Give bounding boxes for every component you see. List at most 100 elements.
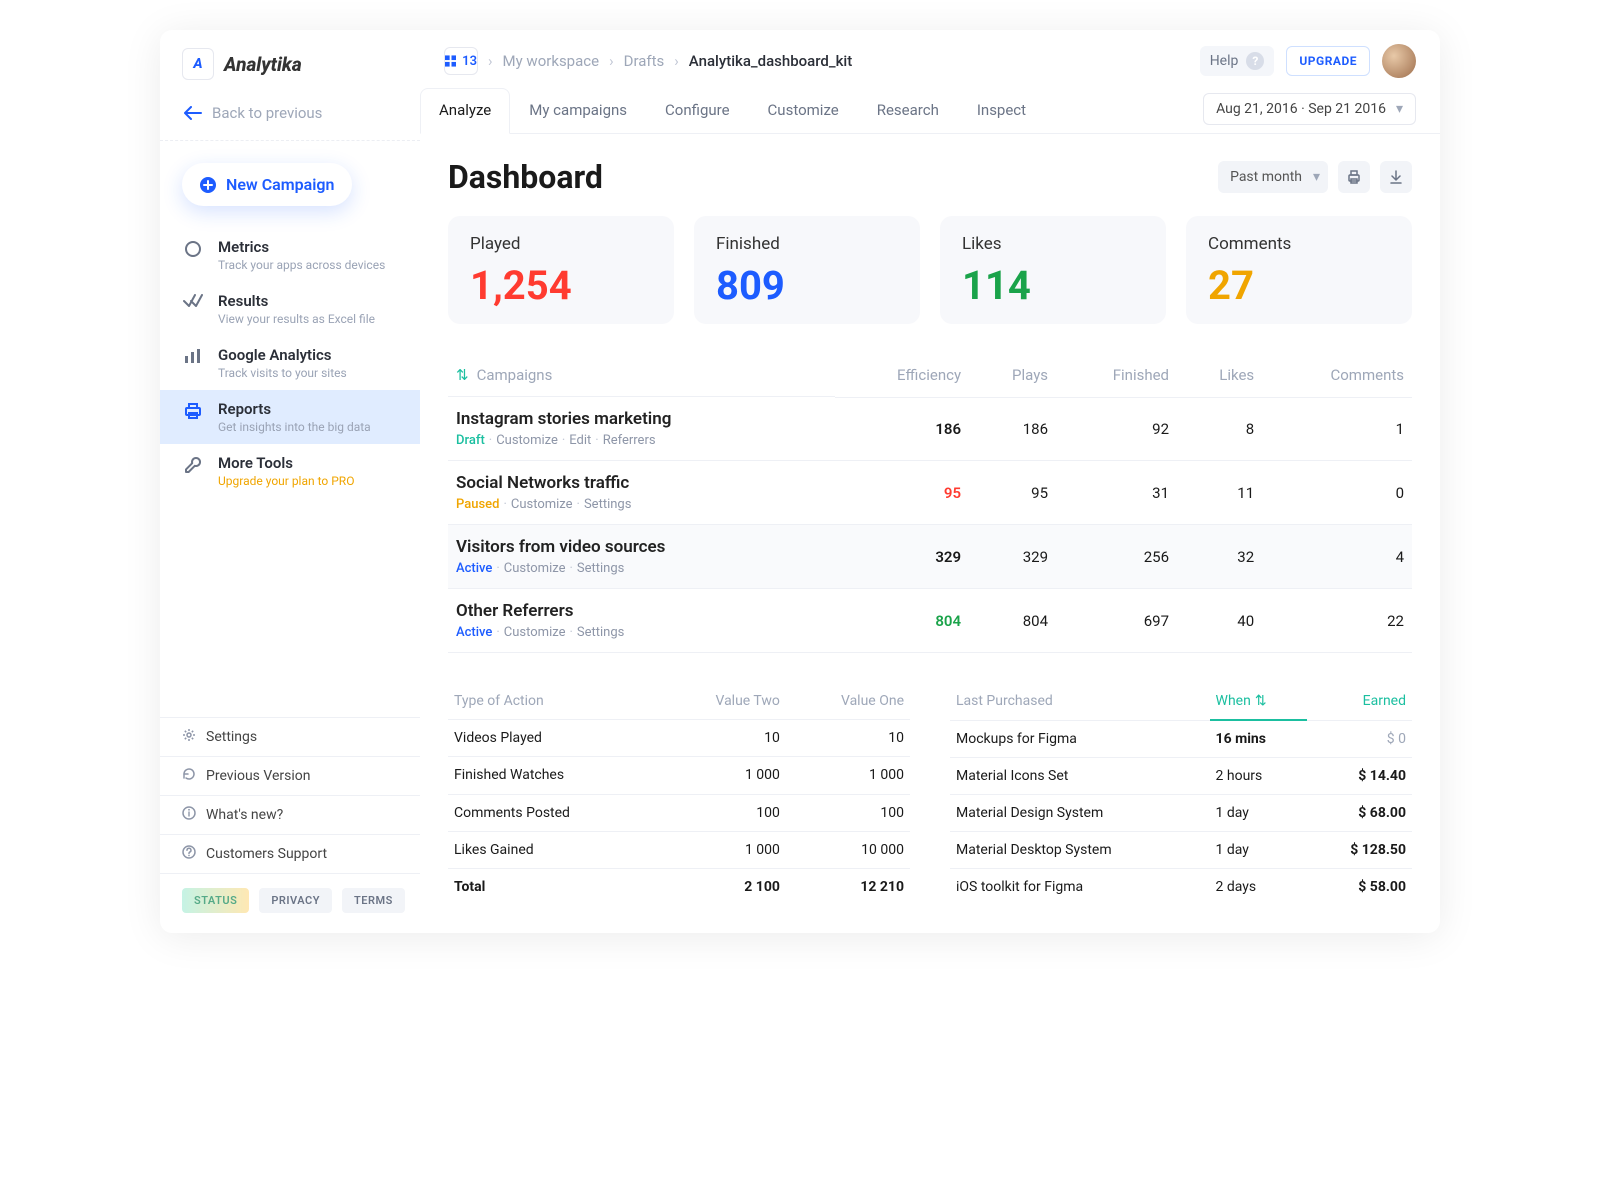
- privacy-badge[interactable]: PRIVACY: [259, 888, 332, 913]
- status-badge[interactable]: STATUS: [182, 888, 249, 913]
- col-header-sort[interactable]: When⇅: [1210, 683, 1308, 720]
- table-row[interactable]: Other ReferrersActive·Customize·Settings…: [448, 589, 1412, 653]
- date-range-label: Aug 21, 2016 · Sep 21 2016: [1216, 101, 1386, 117]
- footer-link-icon: [182, 845, 196, 863]
- footer-link-settings[interactable]: Settings: [160, 717, 420, 756]
- table-row: Material Icons Set2 hours$ 14.40: [950, 758, 1412, 795]
- upgrade-button[interactable]: UPGRADE: [1286, 46, 1370, 76]
- col-header-sort[interactable]: ⇅ Campaigns: [448, 354, 835, 397]
- grid-icon: [445, 55, 456, 67]
- tabbar-row: AnalyzeMy campaignsConfigureCustomizeRes…: [420, 78, 1440, 134]
- brand-name: Analytika: [224, 53, 302, 76]
- campaign-action[interactable]: Customize: [496, 433, 558, 448]
- sort-icon: ⇅: [456, 366, 469, 384]
- check-icon: [182, 292, 204, 308]
- table-row-total: Total2 10012 210: [448, 869, 910, 906]
- help-button[interactable]: Help ?: [1200, 46, 1275, 76]
- avatar[interactable]: [1382, 44, 1416, 78]
- sidebar-item-google-analytics[interactable]: Google Analytics Track visits to your si…: [160, 336, 420, 390]
- question-icon: ?: [1246, 52, 1264, 70]
- sort-icon: ⇅: [1255, 693, 1267, 709]
- tab-inspect[interactable]: Inspect: [958, 88, 1045, 134]
- wrench-icon: [182, 454, 204, 474]
- footer-link-icon: [182, 806, 196, 824]
- cell: 16 mins: [1210, 720, 1308, 758]
- footer-link-what-s-new-[interactable]: What's new?: [160, 795, 420, 834]
- cell-efficiency: 95: [835, 461, 969, 525]
- content: Dashboard Past month ▾ Played 1,254Finis…: [420, 134, 1440, 933]
- help-label: Help: [1210, 53, 1239, 69]
- kpi-label: Played: [470, 234, 652, 254]
- footer-link-previous-version[interactable]: Previous Version: [160, 756, 420, 795]
- new-campaign-button[interactable]: New Campaign: [182, 163, 352, 206]
- tab-configure[interactable]: Configure: [646, 88, 749, 134]
- table-row: iOS toolkit for Figma2 days$ 58.00: [950, 869, 1412, 906]
- tabs: AnalyzeMy campaignsConfigureCustomizeRes…: [420, 88, 1045, 133]
- campaign-action[interactable]: Edit: [569, 433, 591, 448]
- cell: 10 000: [786, 831, 910, 868]
- table-row[interactable]: Visitors from video sourcesActive·Custom…: [448, 525, 1412, 589]
- cell: Videos Played: [448, 720, 660, 757]
- period-select[interactable]: Past month ▾: [1218, 161, 1328, 193]
- sidebar-item-label: Reports: [218, 400, 371, 418]
- table-row[interactable]: Social Networks trafficPaused·Customize·…: [448, 461, 1412, 525]
- app-window: A Analytika Back to previous New Campaig…: [160, 30, 1440, 933]
- cell: 1 000: [660, 757, 786, 794]
- page-title: Dashboard: [448, 158, 603, 196]
- topbar: 13 › My workspace › Drafts › Analytika_d…: [420, 30, 1440, 78]
- back-button[interactable]: Back to previous: [160, 90, 420, 141]
- table-row: Comments Posted100100: [448, 794, 910, 831]
- tab-research[interactable]: Research: [858, 88, 958, 134]
- download-button[interactable]: [1380, 161, 1412, 193]
- sidebar-item-label: Google Analytics: [218, 346, 347, 364]
- tab-analyze[interactable]: Analyze: [420, 88, 510, 134]
- campaign-action[interactable]: Customize: [504, 625, 566, 640]
- print-button[interactable]: [1338, 161, 1370, 193]
- col-header: Type of Action: [448, 683, 660, 720]
- sidebar-item-reports[interactable]: Reports Get insights into the big data: [160, 390, 420, 444]
- cell: 1 000: [660, 831, 786, 868]
- tab-customize[interactable]: Customize: [749, 88, 858, 134]
- footer-link-customers-support[interactable]: Customers Support: [160, 834, 420, 874]
- logo-row: A Analytika: [160, 30, 420, 90]
- cell-comments: 0: [1262, 461, 1412, 525]
- sidebar-item-more-tools[interactable]: More Tools Upgrade your plan to PRO: [160, 444, 420, 498]
- campaign-action[interactable]: Settings: [577, 625, 624, 640]
- breadcrumb-item[interactable]: Drafts: [624, 52, 665, 70]
- campaign-name: Visitors from video sources: [456, 537, 827, 557]
- table-row: Likes Gained1 00010 000: [448, 831, 910, 868]
- cell: Likes Gained: [448, 831, 660, 868]
- cell-finished: 697: [1056, 589, 1177, 653]
- cell: Mockups for Figma: [950, 720, 1210, 758]
- table-row[interactable]: Instagram stories marketingDraft·Customi…: [448, 397, 1412, 461]
- cell-likes: 8: [1177, 397, 1262, 461]
- date-range-picker[interactable]: Aug 21, 2016 · Sep 21 2016 ▾: [1203, 93, 1416, 125]
- footer-link-label: What's new?: [206, 807, 283, 823]
- col-header: Last Purchased: [950, 683, 1210, 720]
- cell-likes: 32: [1177, 525, 1262, 589]
- cell-plays: 95: [969, 461, 1056, 525]
- arrow-left-icon: [184, 106, 202, 120]
- footer-link-icon: [182, 728, 196, 746]
- terms-badge[interactable]: TERMS: [342, 888, 405, 913]
- cell: Comments Posted: [448, 794, 660, 831]
- sidebar: A Analytika Back to previous New Campaig…: [160, 30, 420, 933]
- footer-link-label: Settings: [206, 729, 257, 745]
- breadcrumb-item[interactable]: My workspace: [503, 52, 600, 70]
- circle-icon: [182, 238, 204, 258]
- cell: Total: [448, 869, 660, 906]
- plus-circle-icon: [200, 177, 216, 193]
- tab-my-campaigns[interactable]: My campaigns: [510, 88, 646, 134]
- campaign-action[interactable]: Settings: [584, 497, 631, 512]
- campaign-action[interactable]: Referrers: [603, 433, 656, 448]
- campaign-action[interactable]: Customize: [504, 561, 566, 576]
- sidebar-item-metrics[interactable]: Metrics Track your apps across devices: [160, 228, 420, 282]
- cell: iOS toolkit for Figma: [950, 869, 1210, 906]
- campaign-action[interactable]: Customize: [511, 497, 573, 512]
- table-row: Finished Watches1 0001 000: [448, 757, 910, 794]
- campaign-name: Instagram stories marketing: [456, 409, 827, 429]
- workspace-switcher[interactable]: 13: [444, 47, 478, 75]
- campaign-action[interactable]: Settings: [577, 561, 624, 576]
- nav: Metrics Track your apps across devices R…: [160, 224, 420, 502]
- sidebar-item-results[interactable]: Results View your results as Excel file: [160, 282, 420, 336]
